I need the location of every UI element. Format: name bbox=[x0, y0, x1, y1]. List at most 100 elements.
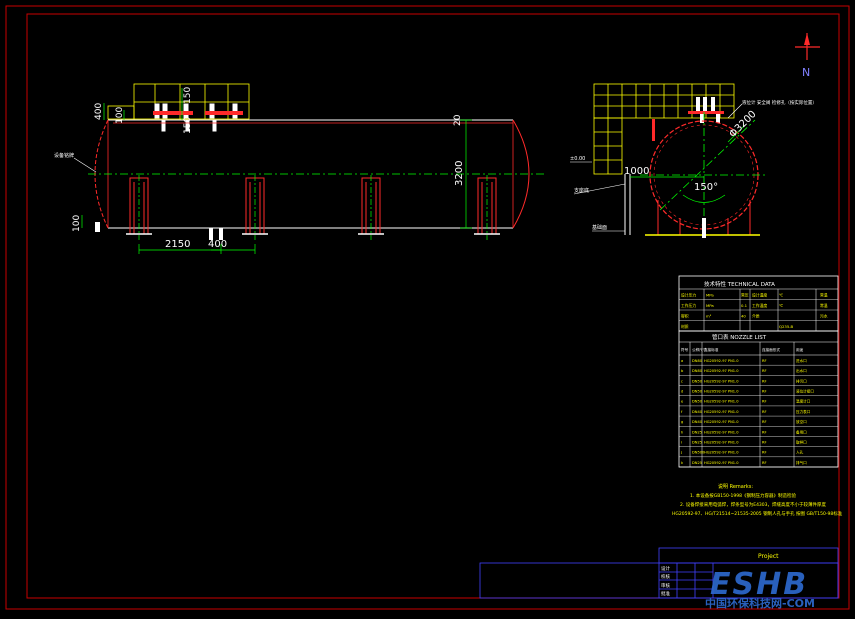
nozzle-list-cell: 液位计接口 bbox=[796, 389, 814, 394]
end-left-note-b: 支座底 bbox=[574, 187, 589, 194]
end-top-note: 液位计 安全阀 检修孔（按实际位置） bbox=[742, 99, 817, 106]
tech-data-rows: 设计压力 MPa 常压 设计温度 ℃ 常温工作压力 MPa 0.1 工作温度 ℃ 常温容积 m³ 40 介… bbox=[679, 289, 838, 332]
nozzle-list-cell: RF bbox=[762, 410, 767, 414]
dim-400-left: 400 bbox=[94, 103, 104, 120]
nozzle-list-cell: HG20592-97 PN1.0 bbox=[704, 400, 739, 404]
tech-data-cell: 设计压力 bbox=[681, 293, 696, 298]
watermark: ESHB 中国环保科技网-COM bbox=[705, 567, 815, 610]
tech-data-cell: 介质 bbox=[752, 314, 760, 319]
dim-20: 20 bbox=[453, 114, 463, 126]
dim-150-b: 150 bbox=[183, 117, 193, 134]
nozzle-list-cell: RF bbox=[762, 440, 767, 444]
nozzle-list-cell: RF bbox=[762, 390, 767, 394]
tech-data-cell: 容积 bbox=[681, 314, 689, 319]
north-indicator: N bbox=[795, 33, 820, 79]
nozzle-list-cell: 放空口 bbox=[796, 419, 807, 424]
angle-label: 150° bbox=[694, 182, 718, 193]
tech-data-cell: MPa bbox=[706, 293, 714, 298]
nozzle-list-cell: HG20592-97 PN1.0 bbox=[704, 410, 739, 414]
tech-data-cell: 常温 bbox=[820, 303, 828, 308]
nozzle-list-cell: 备用口 bbox=[796, 429, 807, 434]
left-note-leader bbox=[73, 157, 97, 173]
tech-data-cell: 40 bbox=[741, 314, 746, 319]
nozzle-list-cell: f bbox=[681, 410, 683, 414]
title-block-cell-4: 批准 bbox=[661, 590, 670, 597]
nozzle-list-cell: RF bbox=[762, 400, 767, 404]
nozzle-list-cell: g bbox=[681, 420, 683, 424]
nozzle-list-cell: HG20592-97 PN1.0 bbox=[704, 420, 739, 424]
saddle-centerlines bbox=[138, 175, 488, 240]
nozzle-list-cell: b bbox=[681, 369, 684, 373]
dim-100-top: 100 bbox=[115, 107, 125, 124]
nozzle-list-cell: DN25 bbox=[692, 430, 702, 434]
cad-drawing-canvas: N 400 100 150 150 20 3200 100 2150 400 设… bbox=[0, 0, 855, 615]
dim-400-bottom: 400 bbox=[208, 239, 227, 250]
dim-100-bottom: 100 bbox=[72, 215, 82, 232]
nozzle-list-cell: DN40 bbox=[692, 410, 703, 414]
nozzle-list-cell: DN80 bbox=[692, 359, 703, 363]
nozzle-list-cell: DN40 bbox=[692, 420, 703, 424]
nozzle-list-title: 管口表 NOZZLE LIST bbox=[712, 333, 767, 341]
nozzle-list-cell: RF bbox=[762, 430, 767, 434]
side-left-note: 设备铭牌 bbox=[54, 152, 74, 159]
tech-data-cell: 工作压力 bbox=[681, 303, 696, 308]
nozzle-list-cell: RF bbox=[762, 420, 767, 424]
technical-data-table: 技术特性 TECHNICAL DATA 设计压力 MPa 常压 设计温度 ℃ 常温工作压力… bbox=[678, 275, 839, 332]
nozzle-list-cell: RF bbox=[762, 369, 767, 373]
remarks: 说明 Remarks: 1. 本设备按GB150-1998《钢制压力容器》制造检… bbox=[672, 483, 843, 517]
watermark-site: 中国环保科技网-COM bbox=[705, 596, 815, 610]
side-top-nozzles bbox=[154, 103, 238, 132]
dim-3200: 3200 bbox=[454, 161, 465, 186]
end-bottom-nozzle bbox=[702, 218, 706, 238]
nozzle-list-cell: j bbox=[680, 451, 682, 455]
drawing-svg: N 400 100 150 150 20 3200 100 2150 400 设… bbox=[5, 5, 850, 610]
nozzle-list-cell: 压力表口 bbox=[796, 409, 811, 414]
dim-150-a: 150 bbox=[183, 87, 193, 104]
side-view: 400 100 150 150 20 3200 100 2150 400 设备铭… bbox=[54, 83, 545, 254]
nozzle-list-cell: 温度计口 bbox=[796, 399, 811, 404]
nozzle-list-table: 管口表 NOZZLE LIST 符号 公称尺寸连接标准 连接面形式 用途 a DN80 H… bbox=[678, 330, 839, 468]
nozzle-list-cell: k bbox=[681, 461, 684, 465]
tech-data-cell: 污水 bbox=[820, 314, 828, 319]
nozzle-list-cell: RF bbox=[762, 359, 767, 363]
tech-data-cell: MPa bbox=[706, 303, 714, 308]
nozzle-list-cell: RF bbox=[762, 379, 767, 383]
nozzle-header-cell: 连接面形式 bbox=[762, 347, 780, 352]
dim-2150: 2150 bbox=[165, 239, 190, 250]
nozzle-list-cell: DN25 bbox=[692, 440, 702, 444]
nozzle-list-cell: i bbox=[681, 440, 682, 444]
end-red-post bbox=[652, 119, 655, 141]
remarks-line-1: 1. 本设备按GB150-1998《钢制压力容器》制造检验 bbox=[690, 492, 796, 499]
nozzle-list-cell: h bbox=[681, 430, 683, 434]
nozzle-list-cell: HG20592-97 PN1.0 bbox=[704, 430, 739, 434]
tech-data-cell: 常温 bbox=[820, 293, 828, 298]
side-top-manholes bbox=[153, 111, 243, 115]
end-top-nozzles bbox=[696, 97, 720, 123]
end-top-flange bbox=[688, 111, 724, 114]
nozzle-header-cell: 用途 bbox=[796, 347, 804, 352]
nozzle-header-cell: 符号 bbox=[681, 347, 689, 352]
nozzle-list-cell: HG20592-97 PN1.0 bbox=[704, 451, 739, 455]
saddle-supports bbox=[129, 177, 497, 235]
dim-1000: 1000 bbox=[624, 166, 649, 177]
tech-data-cell: ℃ bbox=[779, 303, 783, 308]
end-view: 150° Φ3200 1000 液位计 安全阀 检修孔（按实际位置） ±0.00… bbox=[570, 83, 817, 240]
tech-data-cell: 常压 bbox=[741, 293, 749, 298]
nozzle-list-cell: HG20592-97 PN1.0 bbox=[704, 379, 739, 383]
tech-data-cell: 材质 bbox=[681, 324, 689, 329]
title-block-cell-2: 校核 bbox=[661, 573, 670, 580]
nozzle-list-cell: DN25 bbox=[692, 461, 702, 465]
nozzle-list-cell: DN50 bbox=[692, 400, 703, 404]
nozzle-list-cell: RF bbox=[762, 461, 767, 465]
nozzle-list-cell: 出水口 bbox=[796, 368, 807, 373]
tech-data-cell: Q235-B bbox=[779, 324, 793, 329]
remarks-line-3: HG20592-97、HG/T21514~21535-2005 钢制人孔与手孔 … bbox=[672, 510, 843, 517]
nozzle-list-cell: 排污口 bbox=[796, 378, 807, 383]
tech-data-cell: 设计温度 bbox=[752, 293, 767, 298]
nozzle-list-cell: HG20592-97 PN1.0 bbox=[704, 390, 739, 394]
tech-data-title: 技术特性 TECHNICAL DATA bbox=[704, 280, 775, 288]
outer-frame bbox=[5, 5, 850, 610]
nozzle-list-cell: DN50 bbox=[692, 390, 703, 394]
nozzle-list-cell: RF bbox=[762, 451, 767, 455]
end-left-note-a: ±0.00 bbox=[570, 156, 585, 162]
